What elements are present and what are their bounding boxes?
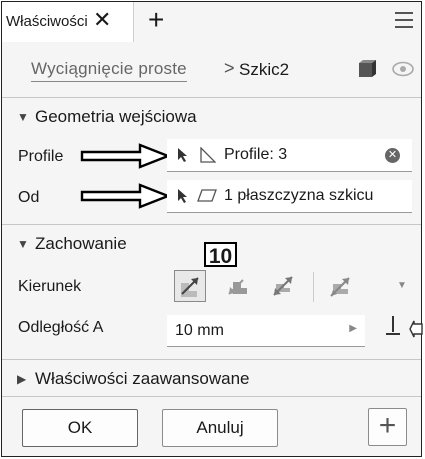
- direction-default-icon: [181, 277, 199, 297]
- step-callout: 10: [204, 242, 237, 268]
- measure-icon[interactable]: [384, 314, 402, 340]
- select-cursor-icon: [178, 189, 187, 203]
- eye-icon[interactable]: [392, 61, 414, 77]
- properties-panel: Właściwości ✕ + Wyciągnięcie proste > Sz…: [1, 1, 423, 457]
- menu-icon[interactable]: [395, 12, 413, 30]
- profile-value: Profile: 3: [224, 146, 288, 163]
- distance-input[interactable]: 10 mm ▶: [167, 315, 365, 347]
- tab-properties[interactable]: Właściwości ✕: [2, 2, 134, 42]
- clear-icon[interactable]: ✕: [385, 148, 400, 163]
- profile-label: Profile: [18, 148, 64, 165]
- flip-icon[interactable]: [409, 320, 423, 338]
- add-button[interactable]: +: [368, 408, 407, 446]
- direction-default-button[interactable]: [174, 270, 206, 302]
- from-value: 1 płaszczyzna szkicu: [224, 187, 374, 204]
- divider: [2, 396, 421, 397]
- direction-flipped-icon: [228, 279, 247, 295]
- divider: [2, 97, 421, 98]
- ok-button[interactable]: OK: [22, 409, 138, 447]
- from-label: Od: [18, 189, 40, 206]
- close-icon[interactable]: ✕: [93, 8, 111, 32]
- plane-icon: [197, 189, 217, 202]
- direction-asymmetric-icon: [330, 277, 350, 297]
- direction-flipped-button[interactable]: [223, 270, 255, 302]
- expand-arrow-icon[interactable]: ▶: [17, 372, 26, 386]
- collapse-arrow-icon[interactable]: ▼: [17, 110, 29, 124]
- divider: [2, 359, 421, 360]
- breadcrumb-feature-link[interactable]: Wyciągnięcie proste: [31, 59, 187, 82]
- collapse-arrow-icon[interactable]: ▼: [17, 237, 29, 251]
- distance-label: Odległość A: [18, 319, 104, 336]
- tab-bar: Właściwości ✕ +: [2, 2, 421, 42]
- direction-symmetric-icon: [273, 276, 293, 296]
- section-title: Geometria wejściowa: [35, 107, 197, 126]
- cancel-button[interactable]: Anuluj: [162, 409, 278, 447]
- profile-field[interactable]: Profile: 3 ✕: [167, 139, 412, 172]
- chevron-right-icon[interactable]: ▶: [349, 323, 357, 334]
- direction-asymmetric-button[interactable]: [325, 270, 357, 302]
- arrow-pointer-icon: [80, 183, 172, 209]
- select-cursor-icon: [178, 148, 187, 162]
- tab-label: Właściwości: [6, 13, 88, 30]
- divider: [2, 224, 421, 225]
- direction-label: Kierunek: [18, 278, 82, 295]
- breadcrumb: Wyciągnięcie proste > Szkic2: [2, 42, 421, 98]
- separator: [313, 272, 314, 302]
- section-input-geometry[interactable]: ▼ Geometria wejściowa: [2, 102, 421, 132]
- profile-icon: [200, 147, 216, 163]
- breadcrumb-sketch-link[interactable]: Szkic2: [239, 60, 289, 80]
- section-title: Właściwości zaawansowane: [35, 369, 250, 388]
- breadcrumb-separator: >: [224, 58, 235, 78]
- cube-icon[interactable]: [357, 59, 377, 79]
- arrow-pointer-icon: [80, 143, 172, 169]
- from-field[interactable]: 1 płaszczyzna szkicu: [167, 180, 412, 213]
- add-tab-icon[interactable]: +: [148, 5, 164, 35]
- direction-symmetric-button[interactable]: [268, 270, 300, 302]
- distance-value: 10 mm: [175, 322, 224, 339]
- section-title: Zachowanie: [35, 234, 127, 253]
- section-advanced[interactable]: ▶ Właściwości zaawansowane: [2, 364, 421, 394]
- chevron-down-icon[interactable]: ▼: [397, 280, 407, 291]
